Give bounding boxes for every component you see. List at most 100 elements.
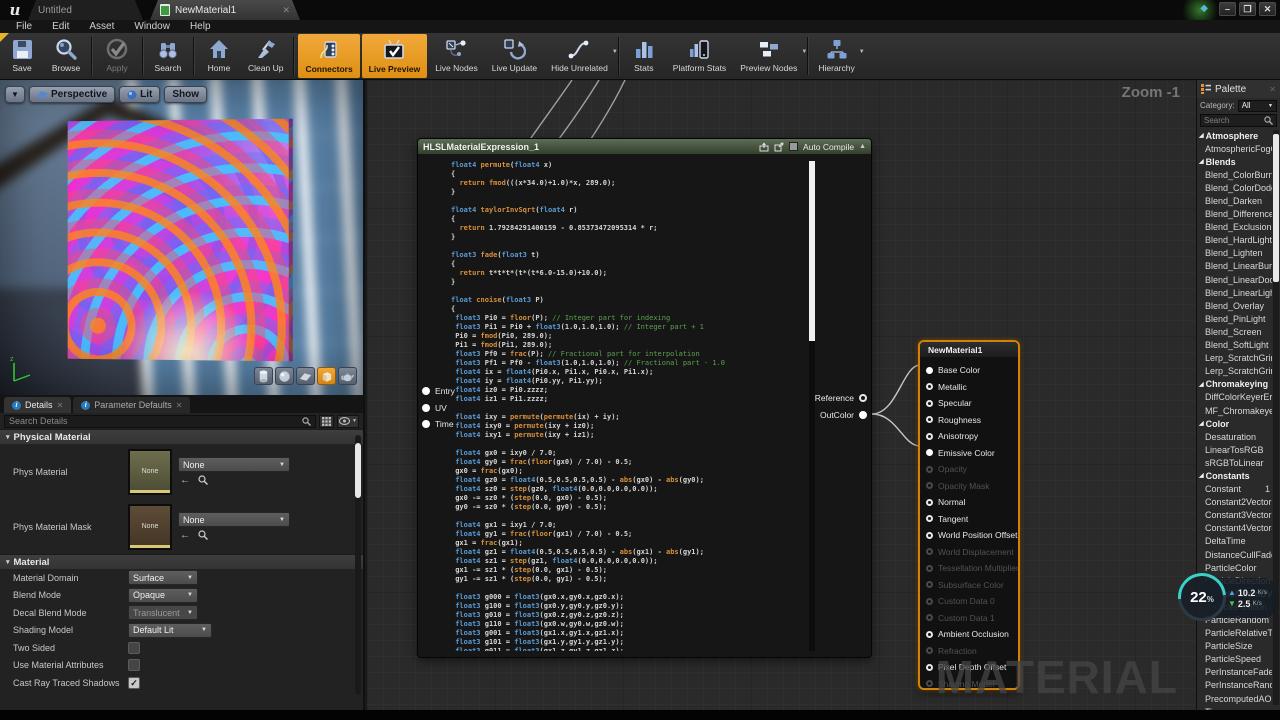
material-pin-normal[interactable]: Normal xyxy=(926,494,1016,511)
material-preview-mesh[interactable] xyxy=(68,119,293,362)
palette-item-constant2vector[interactable]: Constant2Vector2 xyxy=(1197,496,1272,509)
pin-circle-icon[interactable] xyxy=(926,400,933,407)
pin-circle-icon[interactable] xyxy=(926,647,933,654)
pin-circle-icon[interactable] xyxy=(926,416,933,423)
output-pin-outcolor[interactable]: OutColor xyxy=(820,410,867,420)
preview-nodes-button[interactable]: Preview Nodes▼ xyxy=(733,33,804,79)
material-pin-world-position-offset[interactable]: World Position Offset xyxy=(926,527,1016,544)
net-speed-overlay[interactable]: ▲10.2K/s ▼2.5K/s 22% xyxy=(1178,571,1278,625)
palette-search-input[interactable]: Search xyxy=(1200,114,1277,127)
dropdown-caret-icon[interactable]: ▼ xyxy=(859,49,865,55)
dropdown-caret-icon[interactable]: ▼ xyxy=(612,49,618,55)
platform-stats-button[interactable]: Platform Stats xyxy=(666,33,733,79)
browse-asset-icon[interactable] xyxy=(198,475,208,485)
palette-item-srgbtolinear[interactable]: sRGBToLinear xyxy=(1197,456,1272,469)
auto-compile-checkbox[interactable] xyxy=(789,142,798,151)
palette-item-blend-screen[interactable]: Blend_Screen xyxy=(1197,325,1272,338)
palette-item-blend-colordodge[interactable]: Blend_ColorDodge xyxy=(1197,181,1272,194)
pin-circle-icon[interactable] xyxy=(859,411,867,419)
pin-circle-icon[interactable] xyxy=(926,433,933,440)
input-pin-time[interactable]: Time xyxy=(422,419,454,429)
pin-circle-icon[interactable] xyxy=(926,565,933,572)
palette-item-perinstancefadea[interactable]: PerInstanceFadeA xyxy=(1197,666,1272,679)
preview-shape-sphere-button[interactable] xyxy=(275,367,294,385)
material-pin-ambient-occlusion[interactable]: Ambient Occlusion xyxy=(926,626,1016,643)
palette-item-precomputedaom[interactable]: PrecomputedAOM xyxy=(1197,692,1272,705)
input-pin-entry[interactable]: Entry xyxy=(422,386,455,396)
palette-item-blend-linearlight[interactable]: Blend_LinearLight xyxy=(1197,286,1272,299)
palette-item-diffcolorkeyerero[interactable]: DiffColorKeyerEro xyxy=(1197,391,1272,404)
pin-circle-icon[interactable] xyxy=(926,449,933,456)
section-header-physical-material[interactable]: ▾Physical Material xyxy=(0,429,363,444)
palette-category-atmosphere[interactable]: ◢Atmosphere xyxy=(1197,129,1272,142)
dropdown-caret-icon[interactable]: ▼ xyxy=(801,49,807,55)
perspective-button[interactable]: Perspective xyxy=(29,86,115,103)
palette-item-blend-exclusion[interactable]: Blend_Exclusion xyxy=(1197,221,1272,234)
tab-parameter-defaults[interactable]: iParameter Defaults✕ xyxy=(73,397,190,413)
export-icon[interactable] xyxy=(759,142,769,152)
lit-button[interactable]: Lit xyxy=(119,86,160,103)
palette-item-blend-overlay[interactable]: Blend_Overlay xyxy=(1197,299,1272,312)
palette-item-blend-colorburn[interactable]: Blend_ColorBurn xyxy=(1197,168,1272,181)
clean-up-button[interactable]: Clean Up xyxy=(241,33,290,79)
palette-item-particlespeed[interactable]: ParticleSpeed xyxy=(1197,653,1272,666)
home-button[interactable]: Home xyxy=(197,33,241,79)
menu-file[interactable]: File xyxy=(6,21,42,32)
material-result-node[interactable]: NewMaterial1 Base ColorMetallicSpecularR… xyxy=(918,340,1020,690)
palette-item-blend-lineardodge[interactable]: Blend_LinearDodge xyxy=(1197,273,1272,286)
cast-ray-traced-shadows-checkbox[interactable]: ✓ xyxy=(128,677,140,689)
material-pin-base-color[interactable]: Base Color xyxy=(926,362,1016,379)
material-pin-emissive-color[interactable]: Emissive Color xyxy=(926,445,1016,462)
palette-category-blends[interactable]: ◢Blends xyxy=(1197,155,1272,168)
palette-item-blend-hardlight[interactable]: Blend_HardLight xyxy=(1197,234,1272,247)
pin-circle-icon[interactable] xyxy=(422,404,430,412)
preview-shape-cylinder-button[interactable] xyxy=(254,367,273,385)
material-pin-specular[interactable]: Specular xyxy=(926,395,1016,412)
section-header-material[interactable]: ▾Material xyxy=(0,554,363,569)
hierarchy-button[interactable]: Hierarchy▼ xyxy=(811,33,861,79)
palette-item-blend-softlight[interactable]: Blend_SoftLight xyxy=(1197,339,1272,352)
apply-button[interactable]: Apply xyxy=(95,33,139,79)
use-selected-icon[interactable]: ← xyxy=(180,475,190,486)
pin-circle-icon[interactable] xyxy=(859,394,867,402)
material-pin-tangent[interactable]: Tangent xyxy=(926,511,1016,528)
save-button[interactable]: Save xyxy=(0,33,44,79)
open-external-icon[interactable] xyxy=(774,142,784,152)
palette-item-lerp-scratchgrin[interactable]: Lerp_ScratchGrin xyxy=(1197,352,1272,365)
pin-circle-icon[interactable] xyxy=(926,466,933,473)
grid-view-button[interactable] xyxy=(319,415,334,428)
palette-item-particlerelativeti[interactable]: ParticleRelativeTi xyxy=(1197,627,1272,640)
pin-circle-icon[interactable] xyxy=(926,383,933,390)
live-update-button[interactable]: Live Update xyxy=(485,33,544,79)
palette-item-constant4vector[interactable]: Constant4Vector4 xyxy=(1197,522,1272,535)
two-sided-checkbox[interactable] xyxy=(128,642,140,654)
pin-circle-icon[interactable] xyxy=(422,420,430,428)
pin-circle-icon[interactable] xyxy=(926,515,933,522)
visibility-filter-button[interactable]: ▼ xyxy=(337,415,359,428)
output-pin-reference[interactable]: Reference xyxy=(815,393,867,403)
palette-close-icon[interactable]: ✕ xyxy=(1269,85,1276,94)
palette-item-blend-difference[interactable]: Blend_Difference xyxy=(1197,208,1272,221)
palette-item-lineartosrgb[interactable]: LinearTosRGB xyxy=(1197,443,1272,456)
material-pin-anisotropy[interactable]: Anisotropy xyxy=(926,428,1016,445)
close-button[interactable]: ✕ xyxy=(1259,2,1276,16)
pin-circle-icon[interactable] xyxy=(926,367,933,374)
blend-mode-dropdown[interactable]: Opaque▼ xyxy=(128,588,198,603)
pin-circle-icon[interactable] xyxy=(926,548,933,555)
asset-dropdown[interactable]: None▼ xyxy=(178,457,290,472)
palette-item-constant3vector[interactable]: Constant3Vector3 xyxy=(1197,509,1272,522)
search-button[interactable]: Search xyxy=(146,33,190,79)
browse-button[interactable]: Browse xyxy=(44,33,88,79)
palette-category-chromakeying[interactable]: ◢Chromakeying xyxy=(1197,378,1272,391)
pin-circle-icon[interactable] xyxy=(926,581,933,588)
palette-item-blend-linearburn[interactable]: Blend_LinearBurn xyxy=(1197,260,1272,273)
use-material-attributes-checkbox[interactable] xyxy=(128,659,140,671)
hlsl-code-block[interactable]: float4 permute(float4 x) { return fmod((… xyxy=(451,161,807,651)
asset-dropdown[interactable]: None▼ xyxy=(178,512,290,527)
pin-circle-icon[interactable] xyxy=(926,680,933,687)
pin-circle-icon[interactable] xyxy=(926,598,933,605)
menu-asset[interactable]: Asset xyxy=(79,21,124,32)
pin-circle-icon[interactable] xyxy=(926,482,933,489)
shading-model-dropdown[interactable]: Default Lit▼ xyxy=(128,623,212,638)
material-domain-dropdown[interactable]: Surface▼ xyxy=(128,570,198,585)
